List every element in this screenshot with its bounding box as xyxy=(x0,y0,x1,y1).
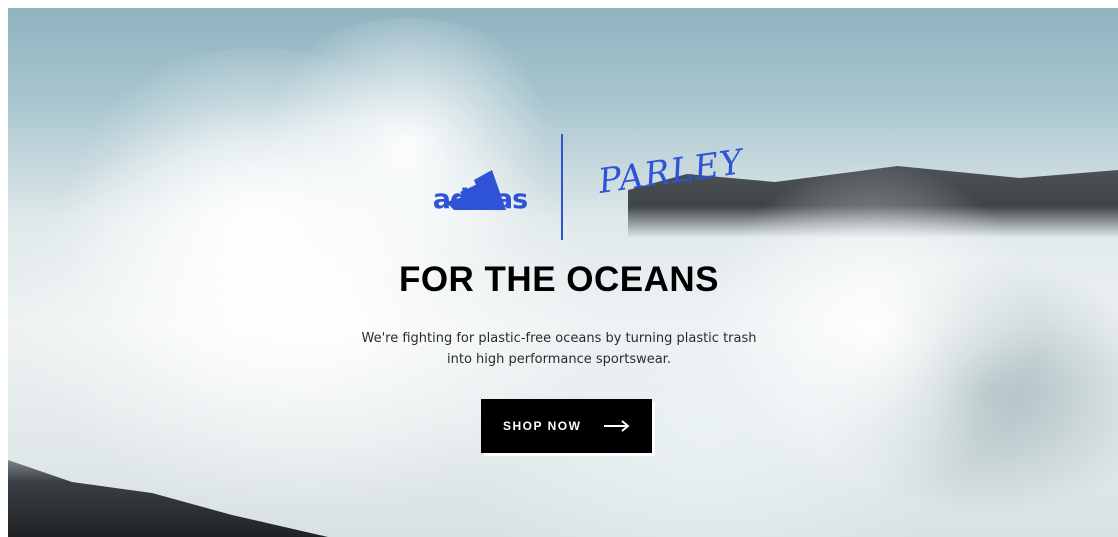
arrow-right-icon xyxy=(604,420,630,432)
shop-now-label: SHOP NOW xyxy=(503,419,582,433)
background-rocks-foreground xyxy=(8,460,328,537)
shop-now-button[interactable]: SHOP NOW xyxy=(481,399,652,453)
adidas-wordmark: adidas xyxy=(432,184,528,215)
logo-divider xyxy=(561,134,563,240)
hero-subtext: We're fighting for plastic-free oceans b… xyxy=(361,331,757,367)
hero-headline: FOR THE OCEANS xyxy=(398,260,720,299)
brand-lockup: adidas PARLEY xyxy=(430,128,746,240)
